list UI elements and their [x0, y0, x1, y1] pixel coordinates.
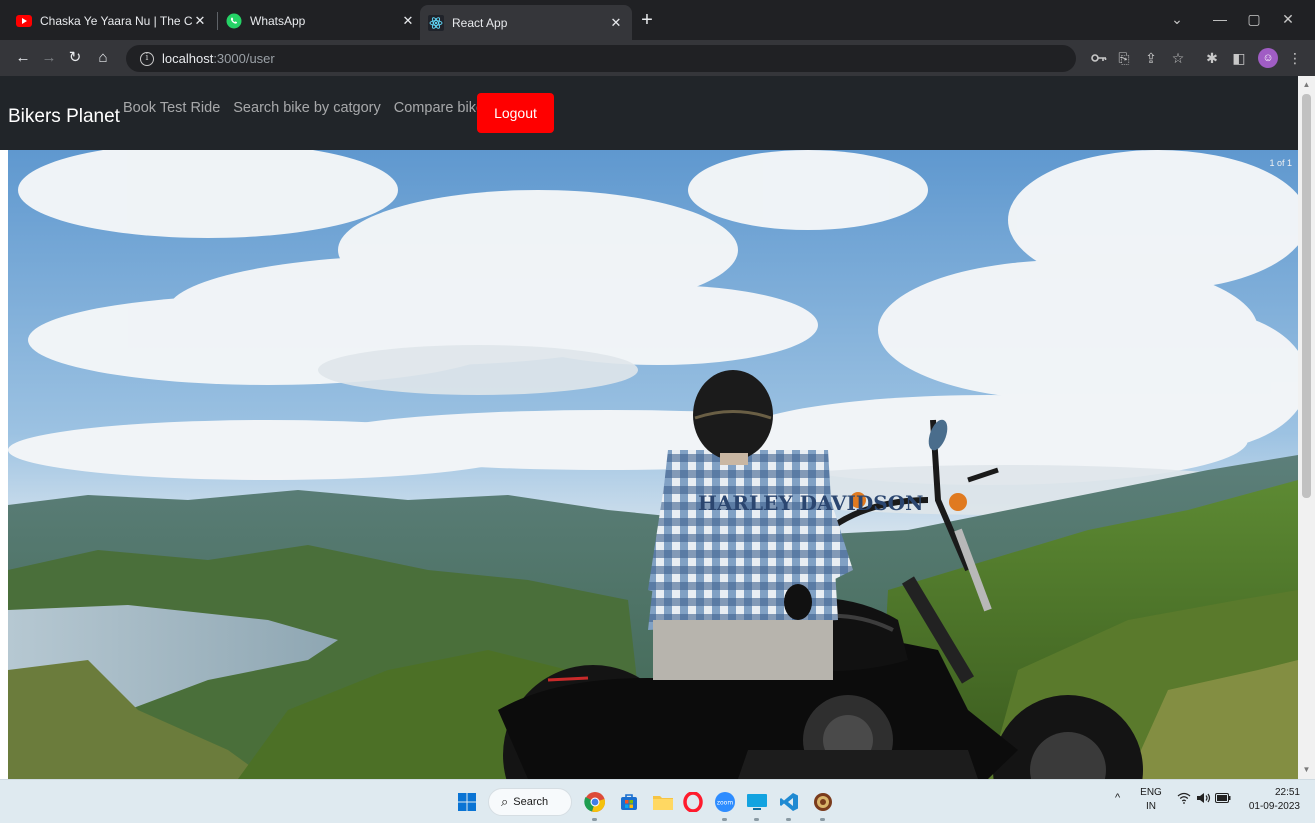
- browser-tab-strip: Chaska Ye Yaara Nu | The Crown ✕ WhatsAp…: [0, 0, 1315, 40]
- svg-text:zoom: zoom: [717, 800, 733, 807]
- tab-title: WhatsApp: [250, 13, 306, 28]
- remote-desktop-icon[interactable]: [744, 789, 770, 815]
- wifi-icon[interactable]: [1177, 792, 1191, 807]
- profile-avatar[interactable]: ☺: [1258, 48, 1278, 68]
- app-navbar: Bikers Planet Book Test Ride Search bike…: [0, 76, 1298, 150]
- share-icon[interactable]: ⇪: [1141, 48, 1161, 68]
- hero-carousel: HARLEY DAVIDSON 1 of 1: [8, 150, 1298, 779]
- forward-icon[interactable]: →: [38, 47, 60, 69]
- lang-code: ENG: [1140, 787, 1162, 798]
- key-icon[interactable]: [1089, 48, 1109, 68]
- tab-whatsapp[interactable]: WhatsApp ✕: [218, 5, 424, 36]
- youtube-icon: [16, 13, 32, 29]
- url-path: :3000/user: [213, 51, 275, 66]
- extensions-icon[interactable]: ✱: [1202, 48, 1222, 68]
- nav-links: Book Test Ride Search bike by catgory Co…: [123, 100, 491, 116]
- active-app-indicator: [786, 818, 791, 821]
- windows-start-icon[interactable]: [454, 789, 480, 815]
- react-icon: [428, 14, 444, 31]
- back-icon[interactable]: ←: [12, 47, 34, 69]
- page-scrollbar[interactable]: ▲ ▼: [1298, 76, 1315, 779]
- brand-logo[interactable]: Bikers Planet: [8, 106, 120, 128]
- scroll-up-icon[interactable]: ▲: [1298, 78, 1315, 92]
- taskbar-search[interactable]: ⌕ Search: [488, 788, 572, 816]
- tab-title: React App: [452, 15, 508, 30]
- tab-youtube[interactable]: Chaska Ye Yaara Nu | The Crown ✕: [8, 5, 216, 36]
- vscode-icon[interactable]: [776, 789, 802, 815]
- battery-icon[interactable]: [1215, 793, 1231, 806]
- carousel-counter: 1 of 1: [1269, 158, 1292, 168]
- close-window-icon[interactable]: ✕: [1271, 6, 1305, 32]
- whatsapp-icon: [226, 13, 242, 29]
- nav-search-bike-by-category[interactable]: Search bike by catgory: [233, 100, 381, 116]
- input-language[interactable]: ENG IN: [1139, 786, 1163, 814]
- clock-time: 22:51: [1274, 787, 1300, 798]
- taskbar-clock[interactable]: 22:51 01-09-2023: [1240, 786, 1300, 814]
- install-app-icon[interactable]: ⎘: [1114, 48, 1134, 68]
- hero-image: HARLEY DAVIDSON: [8, 150, 1298, 779]
- file-explorer-icon[interactable]: [650, 789, 676, 815]
- reload-icon[interactable]: ↻: [64, 47, 86, 69]
- clock-date: 01-09-2023: [1248, 801, 1300, 812]
- chrome-menu-icon[interactable]: ⋮: [1285, 48, 1305, 68]
- scroll-thumb[interactable]: [1302, 94, 1311, 498]
- show-hidden-icons-icon[interactable]: ^: [1115, 792, 1120, 804]
- search-icon: ⌕: [501, 794, 509, 809]
- page-viewport: Bikers Planet Book Test Ride Search bike…: [0, 76, 1315, 779]
- zoom-icon[interactable]: zoom: [712, 789, 738, 815]
- scroll-down-icon[interactable]: ▼: [1298, 763, 1315, 777]
- active-app-indicator: [592, 818, 597, 821]
- address-bar[interactable]: i localhost:3000/user: [126, 45, 1076, 72]
- volume-icon[interactable]: [1196, 792, 1212, 807]
- tab-search-chevron-icon[interactable]: ⌄: [1160, 6, 1194, 32]
- chrome-icon[interactable]: [582, 789, 608, 815]
- shirt-print: HARLEY DAVIDSON: [698, 491, 923, 515]
- lang-region: IN: [1146, 801, 1156, 812]
- active-app-indicator: [820, 818, 825, 821]
- home-icon[interactable]: ⌂: [92, 47, 114, 69]
- minimize-icon[interactable]: —: [1203, 6, 1237, 32]
- site-info-icon[interactable]: i: [140, 51, 154, 66]
- restore-icon[interactable]: ▢: [1237, 6, 1271, 32]
- taskbar-search-label: Search: [513, 796, 549, 808]
- new-tab-icon[interactable]: +: [636, 9, 658, 31]
- active-app-indicator: [754, 818, 759, 821]
- microsoft-store-icon[interactable]: [616, 789, 642, 815]
- active-app-indicator: [722, 818, 727, 821]
- close-tab-icon[interactable]: ✕: [400, 13, 416, 29]
- close-tab-icon[interactable]: ✕: [608, 15, 624, 31]
- app-badge-icon[interactable]: [810, 789, 836, 815]
- tab-react-app[interactable]: React App ✕: [420, 5, 632, 40]
- nav-book-test-ride[interactable]: Book Test Ride: [123, 100, 220, 116]
- browser-toolbar: ← → ↻ ⌂ i localhost:3000/user ⎘ ⇪ ☆ ✱ ◧ …: [0, 40, 1315, 76]
- opera-icon[interactable]: [680, 789, 706, 815]
- windows-taskbar: ⌕ Search zoom ^ ENG IN 22:51 01-09-2023: [0, 779, 1315, 823]
- side-panel-icon[interactable]: ◧: [1229, 48, 1249, 68]
- tab-title: Chaska Ye Yaara Nu | The Crown: [40, 13, 192, 28]
- bookmark-star-icon[interactable]: ☆: [1168, 48, 1188, 68]
- url-host: localhost: [162, 51, 214, 66]
- logout-button[interactable]: Logout: [477, 93, 554, 133]
- close-tab-icon[interactable]: ✕: [192, 13, 208, 29]
